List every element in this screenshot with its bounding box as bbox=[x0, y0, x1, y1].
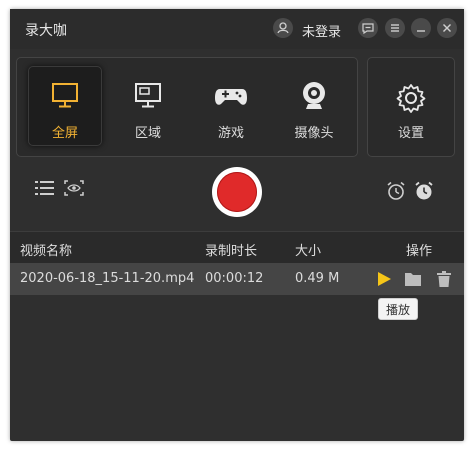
video-duration-cell: 00:00:12 bbox=[205, 271, 264, 286]
mode-webcam-button[interactable]: 摄像头 bbox=[277, 66, 351, 146]
column-duration-header: 录制时长 bbox=[205, 244, 258, 259]
app-title: 录大咖 bbox=[25, 23, 67, 39]
video-table-header: 视频名称 录制时长 大小 操作 bbox=[10, 231, 464, 264]
mode-fullscreen-button[interactable]: 全屏 bbox=[28, 66, 102, 146]
settings-button[interactable]: 设置 bbox=[367, 57, 455, 157]
column-name-header: 视频名称 bbox=[20, 244, 73, 259]
column-size-header: 大小 bbox=[295, 244, 322, 259]
scheduled-alarm-icon[interactable] bbox=[414, 181, 434, 201]
settings-label: 设置 bbox=[397, 126, 424, 141]
mode-fullscreen-label: 全屏 bbox=[51, 126, 78, 141]
capture-mode-panel: 全屏 区域 游戏 摄像头 bbox=[16, 57, 358, 157]
login-status-link[interactable]: 未登录 bbox=[302, 21, 341, 40]
trash-icon[interactable] bbox=[437, 271, 451, 287]
title-bar: 录大咖 未登录 bbox=[10, 9, 464, 49]
region-icon bbox=[135, 83, 161, 108]
record-dot-icon bbox=[217, 172, 257, 212]
user-avatar-icon[interactable] bbox=[273, 18, 293, 38]
minimize-icon[interactable] bbox=[411, 18, 431, 38]
mode-game-label: 游戏 bbox=[217, 126, 244, 141]
timer-alarm-icon[interactable] bbox=[386, 181, 406, 201]
list-icon[interactable] bbox=[35, 180, 55, 196]
record-button[interactable] bbox=[212, 167, 262, 217]
menu-icon[interactable] bbox=[385, 18, 405, 38]
folder-icon[interactable] bbox=[404, 271, 422, 287]
mode-game-button[interactable]: 游戏 bbox=[194, 66, 268, 146]
gamepad-icon bbox=[215, 89, 247, 105]
play-tooltip: 播放 bbox=[378, 298, 418, 320]
message-icon[interactable] bbox=[358, 18, 378, 38]
monitor-icon bbox=[52, 83, 78, 108]
webcam-icon bbox=[303, 82, 325, 109]
preview-eye-icon[interactable] bbox=[64, 180, 84, 196]
video-size-cell: 0.49 M bbox=[295, 271, 340, 286]
close-icon[interactable] bbox=[437, 18, 457, 38]
app-window: 录大咖 未登录 全屏 区域 游戏 摄像头 设置 视频名称 录制时长 大小 操作 … bbox=[10, 9, 464, 441]
gear-icon bbox=[396, 84, 426, 113]
mode-webcam-label: 摄像头 bbox=[294, 126, 334, 141]
mode-region-button[interactable]: 区域 bbox=[111, 66, 185, 146]
column-actions-header: 操作 bbox=[406, 244, 433, 259]
table-row[interactable]: 2020-06-18_15-11-20.mp4 00:00:12 0.49 M bbox=[10, 263, 464, 295]
video-name-cell: 2020-06-18_15-11-20.mp4 bbox=[20, 271, 195, 286]
mode-region-label: 区域 bbox=[134, 126, 161, 141]
play-icon[interactable] bbox=[376, 271, 392, 287]
